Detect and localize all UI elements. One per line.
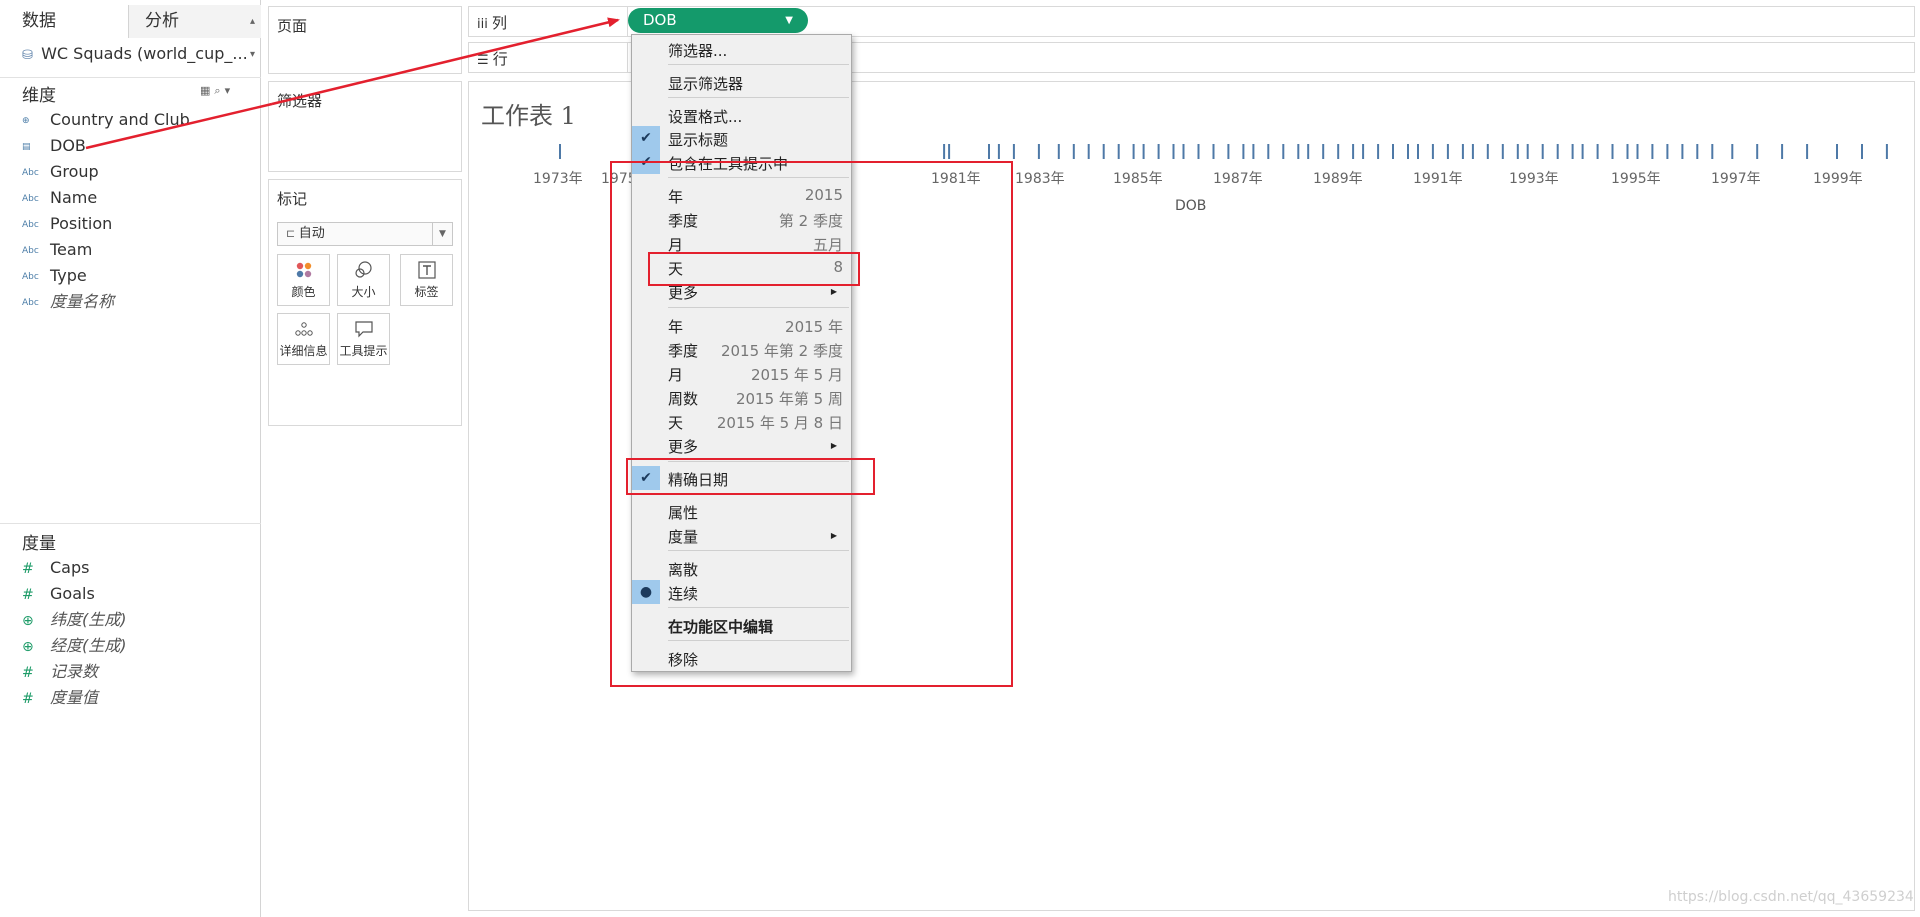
arrow-line-to-pill bbox=[271, 17, 620, 106]
arrow-line-to-filters bbox=[85, 102, 273, 150]
annotation-arrows bbox=[85, 17, 620, 150]
watermark: https://blog.csdn.net/qq_43659234 bbox=[1668, 889, 1914, 905]
